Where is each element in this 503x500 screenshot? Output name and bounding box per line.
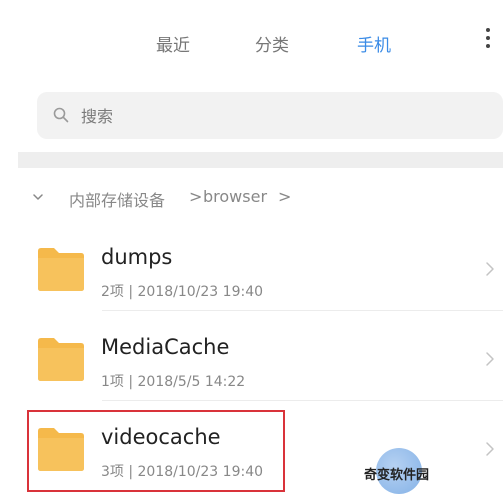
row-divider: [102, 400, 503, 401]
row-divider: [102, 310, 503, 311]
tab-recent[interactable]: 最近: [156, 31, 190, 56]
search-input[interactable]: [81, 104, 461, 128]
highlight-box: [27, 410, 285, 492]
search-icon: [53, 107, 69, 123]
folder-name: dumps: [101, 245, 173, 269]
chevron-right-icon: [486, 352, 494, 366]
watermark: 奇变软件园: [356, 448, 468, 494]
folder-row-mediacache[interactable]: MediaCache 1项 | 2018/5/5 14:22: [18, 315, 503, 401]
folder-name: MediaCache: [101, 335, 230, 359]
breadcrumb-internal-storage[interactable]: 内部存储设备: [69, 187, 165, 211]
breadcrumb-browser[interactable]: browser: [203, 187, 267, 206]
folder-icon: [38, 338, 84, 381]
breadcrumb: 内部存储设备 > browser >: [0, 180, 503, 214]
breadcrumb-separator: >: [278, 187, 292, 206]
more-options-icon[interactable]: [484, 28, 492, 54]
breadcrumb-separator: >: [189, 187, 203, 206]
tab-bar: 最近 分类 手机: [0, 0, 503, 78]
chevron-down-icon[interactable]: [33, 192, 43, 202]
tab-phone[interactable]: 手机: [357, 31, 391, 56]
folder-icon: [38, 248, 84, 291]
chevron-right-icon: [486, 262, 494, 276]
folder-row-dumps[interactable]: dumps 2项 | 2018/10/23 19:40: [18, 225, 503, 311]
search-bar[interactable]: [37, 92, 503, 139]
watermark-text: 奇变软件园: [364, 468, 430, 483]
chevron-right-icon: [486, 442, 494, 456]
tab-category[interactable]: 分类: [255, 31, 289, 56]
section-divider: [18, 152, 503, 168]
folder-meta: 1项 | 2018/5/5 14:22: [101, 374, 246, 390]
folder-meta: 2项 | 2018/10/23 19:40: [101, 284, 264, 300]
